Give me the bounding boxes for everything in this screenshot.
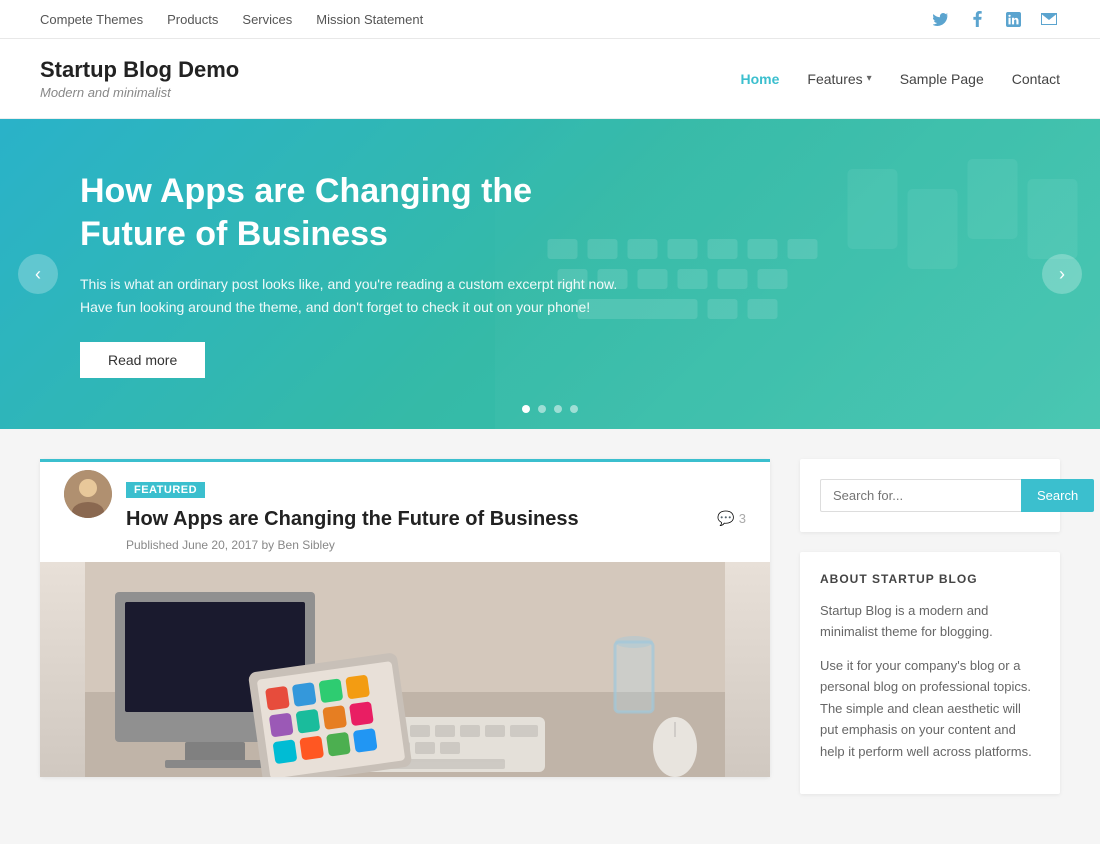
nav-sample-page[interactable]: Sample Page bbox=[900, 71, 984, 87]
hero-dot-1[interactable] bbox=[522, 405, 530, 413]
search-widget: Search bbox=[800, 459, 1060, 532]
by-label: by bbox=[261, 538, 274, 552]
site-title: Startup Blog Demo bbox=[40, 57, 239, 83]
post-date: June 20, 2017 bbox=[182, 538, 258, 552]
hero-dot-3[interactable] bbox=[554, 405, 562, 413]
email-icon[interactable] bbox=[1038, 8, 1060, 30]
post-meta-area: FEATURED How Apps are Changing the Futur… bbox=[126, 480, 746, 552]
top-bar: Compete Themes Products Services Mission… bbox=[0, 0, 1100, 39]
site-tagline: Modern and minimalist bbox=[40, 85, 239, 100]
topnav-compete-themes[interactable]: Compete Themes bbox=[40, 12, 143, 27]
sidebar: Search ABOUT STARTUP BLOG Startup Blog i… bbox=[800, 459, 1060, 814]
read-more-button[interactable]: Read more bbox=[80, 342, 205, 378]
search-input[interactable] bbox=[820, 479, 1021, 512]
post-title: How Apps are Changing the Future of Busi… bbox=[126, 506, 579, 532]
post-title-row: How Apps are Changing the Future of Busi… bbox=[126, 506, 746, 532]
hero-dots bbox=[522, 405, 578, 413]
comment-count: 💬 3 bbox=[717, 510, 746, 527]
twitter-icon[interactable] bbox=[930, 8, 952, 30]
hero-title: How Apps are Changing the Future of Busi… bbox=[80, 170, 620, 255]
hero-content: How Apps are Changing the Future of Busi… bbox=[0, 170, 700, 378]
avatar-img bbox=[64, 470, 112, 518]
nav-home[interactable]: Home bbox=[741, 71, 780, 87]
topnav-services[interactable]: Services bbox=[242, 12, 292, 27]
hero-banner: ‹ How Apps are Changing the Future of Bu… bbox=[0, 119, 1100, 429]
features-chevron-icon: ▾ bbox=[867, 73, 872, 84]
featured-badge: FEATURED bbox=[126, 482, 205, 498]
posts-area: FEATURED How Apps are Changing the Futur… bbox=[40, 459, 770, 814]
featured-post-card: FEATURED How Apps are Changing the Futur… bbox=[40, 459, 770, 777]
nav-contact[interactable]: Contact bbox=[1012, 71, 1060, 87]
author-avatar bbox=[64, 470, 112, 518]
topnav-products[interactable]: Products bbox=[167, 12, 218, 27]
about-text-1: Startup Blog is a modern and minimalist … bbox=[820, 600, 1040, 643]
social-icons bbox=[930, 8, 1060, 30]
hero-next-button[interactable]: › bbox=[1042, 254, 1082, 294]
hero-prev-button[interactable]: ‹ bbox=[18, 254, 58, 294]
comment-icon: 💬 bbox=[717, 510, 734, 527]
site-branding: Startup Blog Demo Modern and minimalist bbox=[40, 57, 239, 100]
published-label: Published bbox=[126, 538, 179, 552]
search-button[interactable]: Search bbox=[1021, 479, 1094, 512]
nav-features[interactable]: Features bbox=[807, 71, 862, 87]
search-row: Search bbox=[820, 479, 1040, 512]
post-featured-image bbox=[40, 562, 770, 777]
main-nav: Home Features ▾ Sample Page Contact bbox=[741, 71, 1061, 87]
top-nav: Compete Themes Products Services Mission… bbox=[40, 12, 423, 27]
topnav-mission-statement[interactable]: Mission Statement bbox=[316, 12, 423, 27]
facebook-icon[interactable] bbox=[966, 8, 988, 30]
post-published: Published June 20, 2017 by Ben Sibley bbox=[126, 538, 746, 552]
post-author: Ben Sibley bbox=[278, 538, 335, 552]
nav-features-wrapper: Features ▾ bbox=[807, 71, 871, 87]
linkedin-icon[interactable] bbox=[1002, 8, 1024, 30]
desk-scene bbox=[40, 562, 770, 777]
main-content: FEATURED How Apps are Changing the Futur… bbox=[0, 429, 1100, 844]
hero-excerpt: This is what an ordinary post looks like… bbox=[80, 273, 620, 318]
about-text-2: Use it for your company's blog or a pers… bbox=[820, 655, 1040, 762]
hero-dot-4[interactable] bbox=[570, 405, 578, 413]
post-card-header: FEATURED How Apps are Changing the Futur… bbox=[40, 459, 770, 562]
comment-number: 3 bbox=[739, 511, 746, 526]
about-widget-title: ABOUT STARTUP BLOG bbox=[820, 572, 1040, 586]
about-widget: ABOUT STARTUP BLOG Startup Blog is a mod… bbox=[800, 552, 1060, 794]
hero-dot-2[interactable] bbox=[538, 405, 546, 413]
site-header: Startup Blog Demo Modern and minimalist … bbox=[0, 39, 1100, 119]
